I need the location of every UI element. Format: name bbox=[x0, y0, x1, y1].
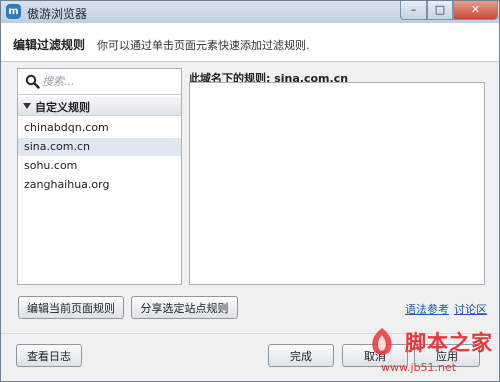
maximize-button[interactable]: □ bbox=[427, 1, 453, 20]
rule-item-chinabdqn[interactable]: chinabdqn.com bbox=[18, 119, 181, 137]
edit-page-rules-button[interactable]: 编辑当前页面规则 bbox=[18, 296, 124, 319]
domain-rules-textarea[interactable] bbox=[189, 82, 485, 285]
search-icon bbox=[25, 74, 40, 89]
header-section: 编辑过滤规则 你可以通过单击页面元素快速添加过滤规则. bbox=[1, 23, 499, 62]
site-watermark: 脚本之家 www.jb51.net bbox=[361, 323, 499, 381]
watermark-url: www.jb51.net bbox=[381, 361, 457, 374]
maxthon-logo-icon: m bbox=[6, 4, 21, 19]
group-label: 自定义规则 bbox=[35, 101, 90, 114]
view-log-button[interactable]: 查看日志 bbox=[16, 344, 82, 367]
watermark-text: 脚本之家 bbox=[405, 330, 493, 355]
minimize-button[interactable]: – bbox=[400, 1, 427, 20]
expand-triangle-icon[interactable] bbox=[23, 103, 31, 109]
share-site-rules-button[interactable]: 分享选定站点规则 bbox=[131, 296, 238, 319]
rule-item-sina[interactable]: sina.com.cn bbox=[18, 138, 181, 156]
close-button[interactable]: ✕ bbox=[453, 1, 498, 20]
rule-item-zanghaihua[interactable]: zanghaihua.org bbox=[18, 176, 181, 194]
window-title: 傲游浏览器 bbox=[27, 7, 88, 21]
rule-item-sohu[interactable]: sohu.com bbox=[18, 157, 181, 175]
group-header-custom-rules[interactable]: 自定义规则 bbox=[18, 97, 181, 116]
syntax-reference-link[interactable]: 语法参考 bbox=[405, 301, 449, 317]
page-title: 编辑过滤规则 bbox=[13, 38, 86, 52]
page-description: 你可以通过单击页面元素快速添加过滤规则. bbox=[97, 39, 310, 52]
watermark-logo-icon bbox=[372, 328, 392, 355]
discussion-link[interactable]: 讨论区 bbox=[454, 301, 487, 317]
rule-list-panel: 自定义规则 chinabdqn.com sina.com.cn sohu.com… bbox=[17, 68, 182, 285]
title-bar[interactable]: m 傲游浏览器 – □ ✕ bbox=[1, 1, 499, 24]
done-button[interactable]: 完成 bbox=[268, 344, 334, 367]
search-box bbox=[18, 69, 181, 95]
dialog-window: m 傲游浏览器 – □ ✕ 编辑过滤规则 你可以通过单击页面元素快速添加过滤规则… bbox=[0, 0, 500, 382]
search-input[interactable] bbox=[42, 73, 172, 90]
